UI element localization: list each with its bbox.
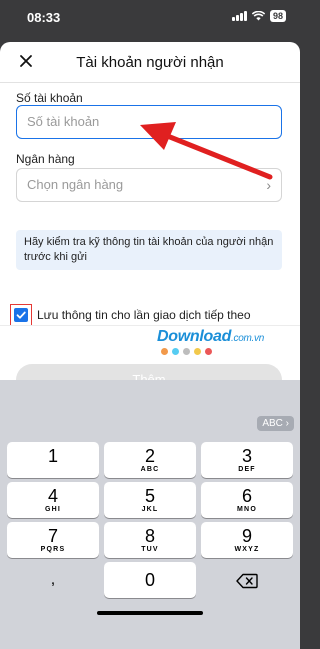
key-comma[interactable]: , — [7, 562, 99, 598]
key-4[interactable]: 4 GHI — [7, 482, 99, 518]
wifi-icon — [251, 11, 265, 21]
info-notice: Hãy kiểm tra kỹ thông tin tài khoản của … — [16, 230, 282, 270]
key-letters: MNO — [237, 506, 257, 513]
account-number-input[interactable]: Số tài khoản — [16, 105, 282, 139]
battery-icon: 98 — [269, 10, 286, 22]
highlight-box — [10, 304, 32, 326]
key-digit: 8 — [144, 526, 155, 546]
home-indicator — [97, 611, 203, 615]
chevron-right-icon: › — [266, 177, 271, 193]
key-letters: PQRS — [40, 546, 66, 553]
section-divider — [0, 325, 300, 326]
key-letters: WXYZ — [234, 546, 260, 553]
key-letters: DEF — [238, 466, 256, 473]
key-letters: GHI — [44, 506, 62, 513]
page-title: Tài khoản người nhận — [76, 54, 224, 71]
checkmark-icon — [16, 311, 26, 319]
key-digit: 6 — [241, 486, 252, 506]
key-2[interactable]: 2 ABC — [104, 442, 196, 478]
watermark-text: Download — [157, 328, 232, 345]
numeric-keyboard: ABC › 1 2 ABC 3 DEF 4 GHI 5 JKL 6 MNO 7 PQRS 8… — [0, 380, 300, 649]
watermark-suffix: .com.vn — [231, 333, 264, 344]
key-8[interactable]: 8 TUV — [104, 522, 196, 558]
watermark-dots — [161, 348, 264, 355]
key-6[interactable]: 6 MNO — [201, 482, 293, 518]
key-digit: 7 — [47, 526, 58, 546]
key-letters: ABC — [140, 466, 160, 473]
delete-backspace-icon — [236, 573, 258, 589]
key-5[interactable]: 5 JKL — [104, 482, 196, 518]
save-info-label: Lưu thông tin cho lần giao dịch tiếp the… — [37, 308, 251, 322]
account-number-label: Số tài khoản — [16, 91, 83, 105]
abc-button[interactable]: ABC › — [257, 416, 294, 431]
save-info-checkbox[interactable] — [14, 308, 28, 322]
bank-placeholder: Chọn ngân hàng — [27, 177, 124, 192]
key-7[interactable]: 7 PQRS — [7, 522, 99, 558]
key-9[interactable]: 9 WXYZ — [201, 522, 293, 558]
status-icons: 98 — [231, 10, 286, 22]
watermark-logo: Download.com.vn — [157, 328, 264, 355]
key-letters: JKL — [141, 506, 159, 513]
key-3[interactable]: 3 DEF — [201, 442, 293, 478]
key-letters: TUV — [141, 546, 159, 553]
abc-button-label: ABC — [262, 418, 283, 429]
key-digit: 1 — [47, 446, 58, 466]
save-info-row[interactable]: Lưu thông tin cho lần giao dịch tiếp the… — [10, 304, 251, 326]
key-digit: 5 — [144, 486, 155, 506]
key-digit: , — [50, 571, 56, 588]
key-1[interactable]: 1 — [7, 442, 99, 478]
header-divider — [0, 82, 300, 83]
status-bar: 08:33 98 — [0, 0, 300, 36]
key-digit: 2 — [144, 446, 155, 466]
bank-label: Ngân hàng — [16, 152, 75, 166]
delete-key[interactable] — [201, 563, 293, 599]
key-digit: 0 — [144, 570, 155, 590]
signal-icon — [231, 11, 247, 21]
sheet-header: Tài khoản người nhận — [0, 42, 300, 82]
key-0[interactable]: 0 — [104, 562, 196, 598]
key-digit: 3 — [241, 446, 252, 466]
bank-select[interactable]: Chọn ngân hàng › — [16, 168, 282, 202]
account-number-placeholder: Số tài khoản — [27, 114, 100, 129]
key-digit: 4 — [47, 486, 58, 506]
status-time: 08:33 — [27, 10, 61, 25]
key-digit: 9 — [241, 526, 252, 546]
